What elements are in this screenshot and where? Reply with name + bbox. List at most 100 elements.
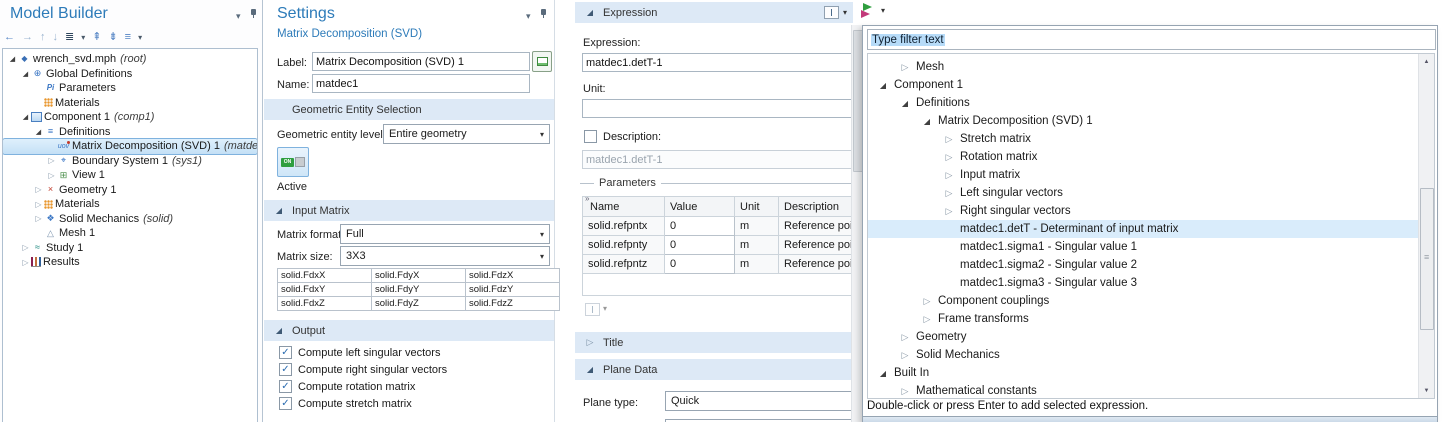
checkbox-compute-stretch-matrix[interactable]: ✓Compute stretch matrix xyxy=(279,397,412,410)
section-expression[interactable]: ◢ Expression ▾ xyxy=(575,2,853,23)
active-toggle-button[interactable]: ON xyxy=(277,147,309,177)
section-title[interactable]: ▷ Title xyxy=(575,332,851,353)
collapse-expander-icon[interactable]: ◢ xyxy=(20,70,31,78)
expression-item-input-matrix[interactable]: ▷Input matrix xyxy=(868,166,1419,184)
collapse-expander-icon[interactable]: ◢ xyxy=(876,369,890,378)
plane-type-select[interactable]: Quick ▾ xyxy=(665,391,862,411)
expand-expander-icon[interactable]: ▷ xyxy=(942,170,956,181)
expand-expander-icon[interactable]: ▷ xyxy=(33,214,44,223)
matrix-cell[interactable]: solid.FdyY xyxy=(372,283,466,297)
show-button[interactable]: ≣ xyxy=(65,32,74,43)
expand-expander-icon[interactable]: ▷ xyxy=(898,350,912,361)
collapse-expander-icon[interactable]: ◢ xyxy=(898,99,912,108)
matrix-format-select[interactable]: Full ▾ xyxy=(340,224,550,244)
move-up-button[interactable]: ↑ xyxy=(40,32,46,43)
matrix-cell[interactable]: solid.FdzX xyxy=(466,269,560,283)
expand-expander-icon[interactable]: ▷ xyxy=(898,386,912,397)
section-collapse-icon[interactable]: ◢ xyxy=(583,8,597,17)
expression-item-solid-mechanics[interactable]: ▷Solid Mechanics xyxy=(868,346,1419,364)
forward-button[interactable]: → xyxy=(22,32,33,43)
matrix-cell[interactable]: solid.FdyX xyxy=(372,269,466,283)
section-plane-data[interactable]: ◢ Plane Data xyxy=(575,359,851,380)
matrix-cell[interactable]: solid.FdxZ xyxy=(278,297,372,311)
tree-item-solid-mechanics[interactable]: ▷❖Solid Mechanics(solid) xyxy=(3,212,257,227)
expand-expander-icon[interactable]: ▷ xyxy=(942,152,956,163)
unit-input[interactable] xyxy=(582,99,862,118)
pin-icon[interactable] xyxy=(539,8,548,19)
section-expand-icon[interactable]: ▷ xyxy=(583,337,597,348)
tree-item-materials[interactable]: Materials xyxy=(3,96,257,111)
tree-item-geometry-1[interactable]: ▷×Geometry 1 xyxy=(3,183,257,198)
column-options-icon[interactable]: » xyxy=(585,197,589,204)
expand-expander-icon[interactable]: ▷ xyxy=(920,296,934,307)
param-description-cell[interactable]: Reference point fo xyxy=(779,217,863,236)
checkbox-compute-rotation-matrix[interactable]: ✓Compute rotation matrix xyxy=(279,380,415,393)
panel-scrollbar-thumb[interactable] xyxy=(853,30,862,172)
expression-item-matdec1-sigma2-singular-value-2[interactable]: matdec1.sigma2 - Singular value 2 xyxy=(868,256,1419,274)
matrix-cell[interactable]: solid.FdxY xyxy=(278,283,372,297)
expand-expander-icon[interactable]: ▷ xyxy=(942,206,956,217)
param-name-cell[interactable]: solid.refpntx xyxy=(583,217,665,236)
matrix-size-select[interactable]: 3X3 ▾ xyxy=(340,246,550,266)
section-input-matrix[interactable]: ◢ Input Matrix xyxy=(264,200,554,221)
checkbox-compute-right-singular-vectors[interactable]: ✓Compute right singular vectors xyxy=(279,363,447,376)
tree-item-results[interactable]: ▷Results xyxy=(3,255,257,270)
checkbox-compute-left-singular-vectors[interactable]: ✓Compute left singular vectors xyxy=(279,346,440,359)
scroll-down-button[interactable]: ▼ xyxy=(1419,383,1434,398)
section-geometric-entity-selection[interactable]: Geometric Entity Selection xyxy=(264,99,554,120)
model-tree-options-button[interactable]: ≡ xyxy=(125,32,131,43)
insert-expression-icon[interactable] xyxy=(861,3,876,18)
tree-item-study-1[interactable]: ▷≈Study 1 xyxy=(3,241,257,256)
expression-item-component-1[interactable]: ◢Component 1 xyxy=(868,76,1419,94)
expression-item-built-in[interactable]: ◢Built In xyxy=(868,364,1419,382)
rename-button[interactable] xyxy=(532,51,552,72)
tree-item-component-1[interactable]: ◢Component 1(comp1) xyxy=(3,110,257,125)
panel-menu-caret-icon[interactable]: ▾ xyxy=(526,11,531,22)
column-header-name[interactable]: »Name xyxy=(583,197,665,217)
collapse-expander-icon[interactable]: ◢ xyxy=(7,55,18,63)
expand-all-button[interactable]: ⇟ xyxy=(108,32,117,43)
back-button[interactable]: ← xyxy=(4,32,15,43)
param-value-cell[interactable]: 0 xyxy=(665,217,735,236)
popup-scrollbar[interactable]: ▲ ▼ xyxy=(1418,54,1434,398)
expression-item-stretch-matrix[interactable]: ▷Stretch matrix xyxy=(868,130,1419,148)
expand-expander-icon[interactable]: ▷ xyxy=(898,332,912,343)
tree-item-materials[interactable]: ▷Materials xyxy=(3,197,257,212)
tree-item-global-definitions[interactable]: ◢⊕Global Definitions xyxy=(3,67,257,82)
expand-expander-icon[interactable]: ▷ xyxy=(942,134,956,145)
model-tree-options-caret-icon[interactable]: ▾ xyxy=(138,33,142,42)
section-collapse-icon[interactable]: ◢ xyxy=(272,326,286,335)
section-collapse-icon[interactable]: ◢ xyxy=(583,365,597,374)
section-output[interactable]: ◢ Output xyxy=(264,320,554,341)
pin-icon[interactable] xyxy=(249,8,258,19)
param-unit-cell[interactable]: m xyxy=(735,255,779,274)
param-value-cell[interactable]: 0 xyxy=(665,236,735,255)
expression-item-matdec1-sigma1-singular-value-1[interactable]: matdec1.sigma1 - Singular value 1 xyxy=(868,238,1419,256)
expression-item-mathematical-constants[interactable]: ▷Mathematical constants xyxy=(868,382,1419,399)
matrix-cell[interactable]: solid.FdzZ xyxy=(466,297,560,311)
column-header-value[interactable]: Value xyxy=(665,197,735,217)
collapse-expander-icon[interactable]: ◢ xyxy=(20,113,31,121)
expand-expander-icon[interactable]: ▷ xyxy=(20,258,31,267)
tree-item-mesh-1[interactable]: △Mesh 1 xyxy=(3,226,257,241)
panel-menu-caret-icon[interactable]: ▾ xyxy=(236,11,241,22)
expression-item-definitions[interactable]: ◢Definitions xyxy=(868,94,1419,112)
expression-item-matrix-decomposition-svd-1[interactable]: ◢Matrix Decomposition (SVD) 1 xyxy=(868,112,1419,130)
section-collapse-icon[interactable]: ◢ xyxy=(272,206,286,215)
filter-input[interactable]: Type filter text xyxy=(867,29,1436,50)
checkbox-box[interactable]: ✓ xyxy=(279,363,292,376)
scroll-up-button[interactable]: ▲ xyxy=(1419,54,1434,69)
expression-item-right-singular-vectors[interactable]: ▷Right singular vectors xyxy=(868,202,1419,220)
expression-item-rotation-matrix[interactable]: ▷Rotation matrix xyxy=(868,148,1419,166)
move-down-button[interactable]: ↓ xyxy=(53,32,59,43)
collapse-expander-icon[interactable]: ◢ xyxy=(876,81,890,90)
expand-expander-icon[interactable]: ▷ xyxy=(942,188,956,199)
show-caret-icon[interactable]: ▾ xyxy=(81,33,85,42)
expression-item-component-couplings[interactable]: ▷Component couplings xyxy=(868,292,1419,310)
param-unit-cell[interactable]: m xyxy=(735,217,779,236)
expression-input[interactable] xyxy=(582,53,862,72)
replace-expression-icon[interactable] xyxy=(824,6,839,19)
column-header-description[interactable]: Description xyxy=(779,197,863,217)
expand-expander-icon[interactable]: ▷ xyxy=(46,171,57,180)
tree-item-view-1[interactable]: ▷⊞View 1 xyxy=(3,168,257,183)
